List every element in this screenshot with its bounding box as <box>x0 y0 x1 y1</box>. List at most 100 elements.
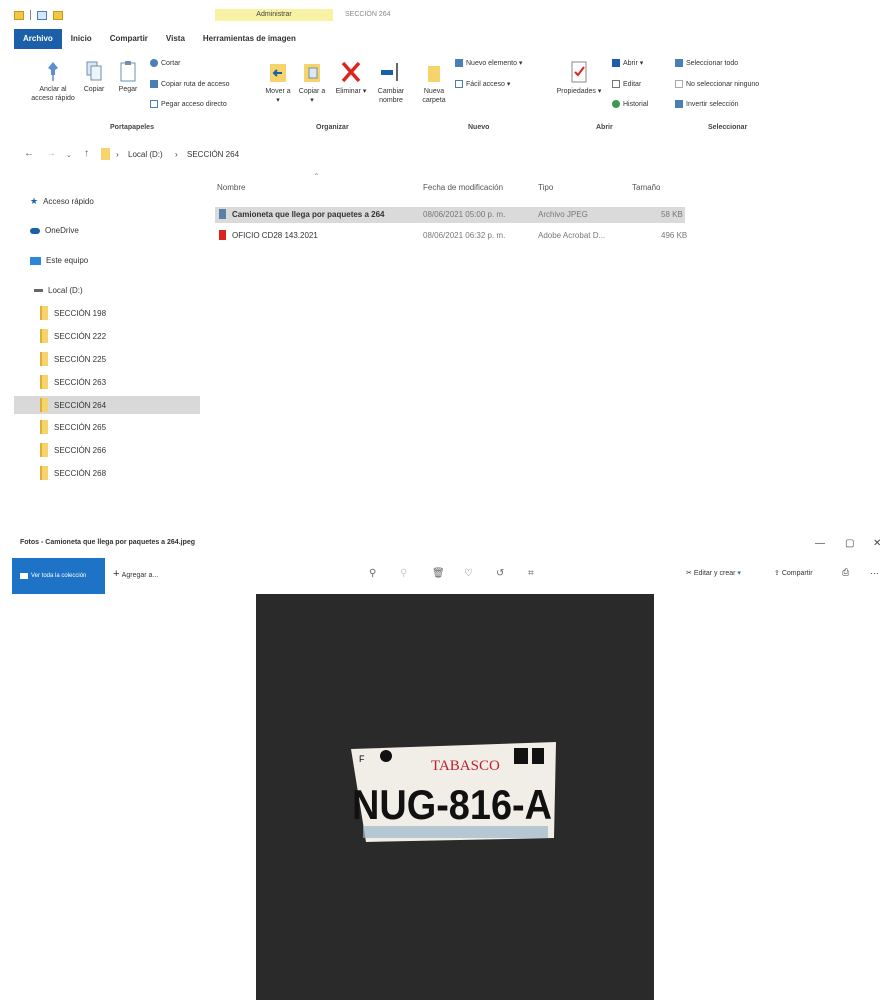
copy-path-button[interactable]: Copiar ruta de acceso <box>150 80 229 88</box>
properties-button[interactable]: Propiedades ▾ <box>553 60 605 96</box>
folder-icon <box>40 466 48 480</box>
close-button[interactable]: ✕ <box>873 538 881 549</box>
paste-icon <box>120 61 136 82</box>
tab-share[interactable]: Compartir <box>101 29 157 49</box>
window-title: SECCIÓN 264 <box>345 11 391 18</box>
sidebar-item-quick-access[interactable]: ★ Acceso rápido <box>30 196 94 207</box>
folder-icon <box>40 398 48 412</box>
share-icon: ⇪ <box>774 570 780 577</box>
folder-icon <box>40 306 48 320</box>
edit-create-icon: ✂ <box>686 570 692 577</box>
select-all-button[interactable]: Seleccionar todo <box>675 59 738 67</box>
new-folder-icon <box>428 66 440 82</box>
tab-picture-tools[interactable]: Herramientas de imagen <box>194 29 305 49</box>
paste-shortcut-button[interactable]: Pegar acceso directo <box>150 100 227 108</box>
print-icon[interactable]: ⎙ <box>842 567 849 578</box>
file-name: Camioneta que llega por paquetes a 264 <box>232 210 385 219</box>
forward-arrow-icon[interactable]: → <box>46 148 56 159</box>
open-button[interactable]: Abrir ▾ <box>612 59 643 67</box>
up-arrow-icon[interactable]: ↑ <box>84 148 89 159</box>
maximize-button[interactable]: ▢ <box>845 538 854 549</box>
trash-icon[interactable]: 🗑 <box>432 568 445 579</box>
crop-icon[interactable]: ⌗ <box>528 568 534 579</box>
quick-access-toolbar[interactable] <box>14 10 63 20</box>
copy-button[interactable]: Copiar <box>80 60 108 94</box>
column-header-type[interactable]: Tipo <box>538 183 553 192</box>
file-row[interactable]: Camioneta que llega por paquetes a 264 0… <box>215 207 685 223</box>
column-header-date[interactable]: Fecha de modificación <box>423 183 503 192</box>
column-header-size[interactable]: Tamaño <box>632 183 660 192</box>
sidebar-folder-item[interactable]: SECCIÓN 266 <box>40 441 200 459</box>
back-arrow-icon[interactable]: ← <box>24 148 34 159</box>
sidebar-folder-item-selected[interactable]: SECCIÓN 264 <box>14 396 200 414</box>
file-date: 08/06/2021 05:00 p. m. <box>423 210 506 219</box>
add-to-button[interactable]: + Agregar a... <box>113 568 158 580</box>
new-item-button[interactable]: Nuevo elemento ▾ <box>455 59 522 67</box>
tab-home[interactable]: Inicio <box>62 29 101 49</box>
tab-file[interactable]: Archivo <box>14 29 62 49</box>
pin-quick-access-button[interactable]: Anclar al acceso rápido <box>30 60 76 103</box>
history-button[interactable]: Historial <box>612 100 648 108</box>
sidebar-folder-item[interactable]: SECCIÓN 263 <box>40 373 200 391</box>
plate-letter-text: F <box>359 754 365 764</box>
image-file-icon <box>219 209 226 219</box>
heart-icon[interactable]: ♡ <box>464 568 473 579</box>
view-collection-button[interactable]: Ver toda la colección <box>12 558 105 594</box>
folder-icon <box>40 420 48 434</box>
select-none-icon <box>675 80 683 88</box>
sidebar-folder-item[interactable]: SECCIÓN 265 <box>40 418 200 436</box>
easy-access-button[interactable]: Fácil acceso ▾ <box>455 80 510 88</box>
select-none-button[interactable]: No seleccionar ninguno <box>675 80 759 88</box>
tab-view[interactable]: Vista <box>157 29 194 49</box>
copy-icon <box>86 61 102 81</box>
new-folder-button[interactable]: Nueva carpeta <box>417 60 451 105</box>
cloud-icon <box>30 227 40 234</box>
delete-x-icon <box>341 61 361 83</box>
sidebar-item-drive[interactable]: Local (D:) <box>34 286 83 295</box>
invert-selection-button[interactable]: Invertir selección <box>675 100 739 108</box>
plus-icon: + <box>113 568 120 580</box>
zoom-out-icon[interactable]: ⚲ <box>400 568 407 579</box>
open-icon <box>612 59 620 67</box>
breadcrumb-drive[interactable]: Local (D:) <box>128 150 163 159</box>
ribbon-tabs: Archivo Inicio Compartir Vista Herramien… <box>14 29 305 49</box>
sidebar-folder-item[interactable]: SECCIÓN 198 <box>40 304 200 322</box>
sidebar-folder-item[interactable]: SECCIÓN 268 <box>40 464 200 482</box>
chevron-down-icon: ▾ <box>737 570 741 577</box>
sidebar-item-this-pc[interactable]: Este equipo <box>30 256 88 265</box>
breadcrumb-folder[interactable]: SECCIÓN 264 <box>187 150 239 159</box>
move-to-button[interactable]: Mover a ▾ <box>263 60 293 105</box>
photo-viewer[interactable]: TABASCO F NUG-816-A <box>256 594 654 1000</box>
recent-chevron-icon[interactable]: ⌄ <box>66 151 72 159</box>
new-item-icon <box>455 59 463 67</box>
zoom-in-icon[interactable]: ⚲ <box>369 568 376 579</box>
explorer-titlebar: Administrar SECCIÓN 264 <box>0 0 888 28</box>
file-row[interactable]: OFICIO CD28 143.2021 08/06/2021 06:32 p.… <box>215 228 687 244</box>
rotate-icon[interactable]: ↺ <box>496 568 504 579</box>
folder-icon <box>40 375 48 389</box>
minimize-button[interactable]: — <box>815 538 825 549</box>
new-folder-icon[interactable] <box>53 10 63 20</box>
more-options-icon[interactable]: … <box>870 566 879 576</box>
edit-icon <box>612 80 620 88</box>
delete-button[interactable]: Eliminar ▾ <box>334 60 368 96</box>
shortcut-icon <box>150 100 158 108</box>
contextual-tab-manage[interactable]: Administrar <box>215 9 333 21</box>
sidebar-folder-item[interactable]: SECCIÓN 225 <box>40 350 200 368</box>
cut-button[interactable]: Cortar <box>150 59 180 67</box>
paste-button[interactable]: Pegar <box>114 60 142 94</box>
rename-button[interactable]: Cambiar nombre <box>372 60 410 105</box>
photos-app-window: Fotos - Camioneta que llega por paquetes… <box>0 535 888 1000</box>
edit-create-button[interactable]: ✂ Editar y crear ▾ <box>686 569 741 577</box>
group-label-new: Nuevo <box>468 124 490 131</box>
sidebar-folder-item[interactable]: SECCIÓN 222 <box>40 327 200 345</box>
folder-icon <box>40 329 48 343</box>
share-button[interactable]: ⇪ Compartir <box>774 569 813 577</box>
scissors-icon <box>150 59 158 67</box>
save-icon[interactable] <box>37 10 47 20</box>
file-name: OFICIO CD28 143.2021 <box>232 231 318 240</box>
column-header-name[interactable]: Nombre <box>217 183 245 192</box>
copy-to-button[interactable]: Copiar a ▾ <box>297 60 327 105</box>
sidebar-item-onedrive[interactable]: OneDrive <box>30 226 79 235</box>
edit-button[interactable]: Editar <box>612 80 641 88</box>
